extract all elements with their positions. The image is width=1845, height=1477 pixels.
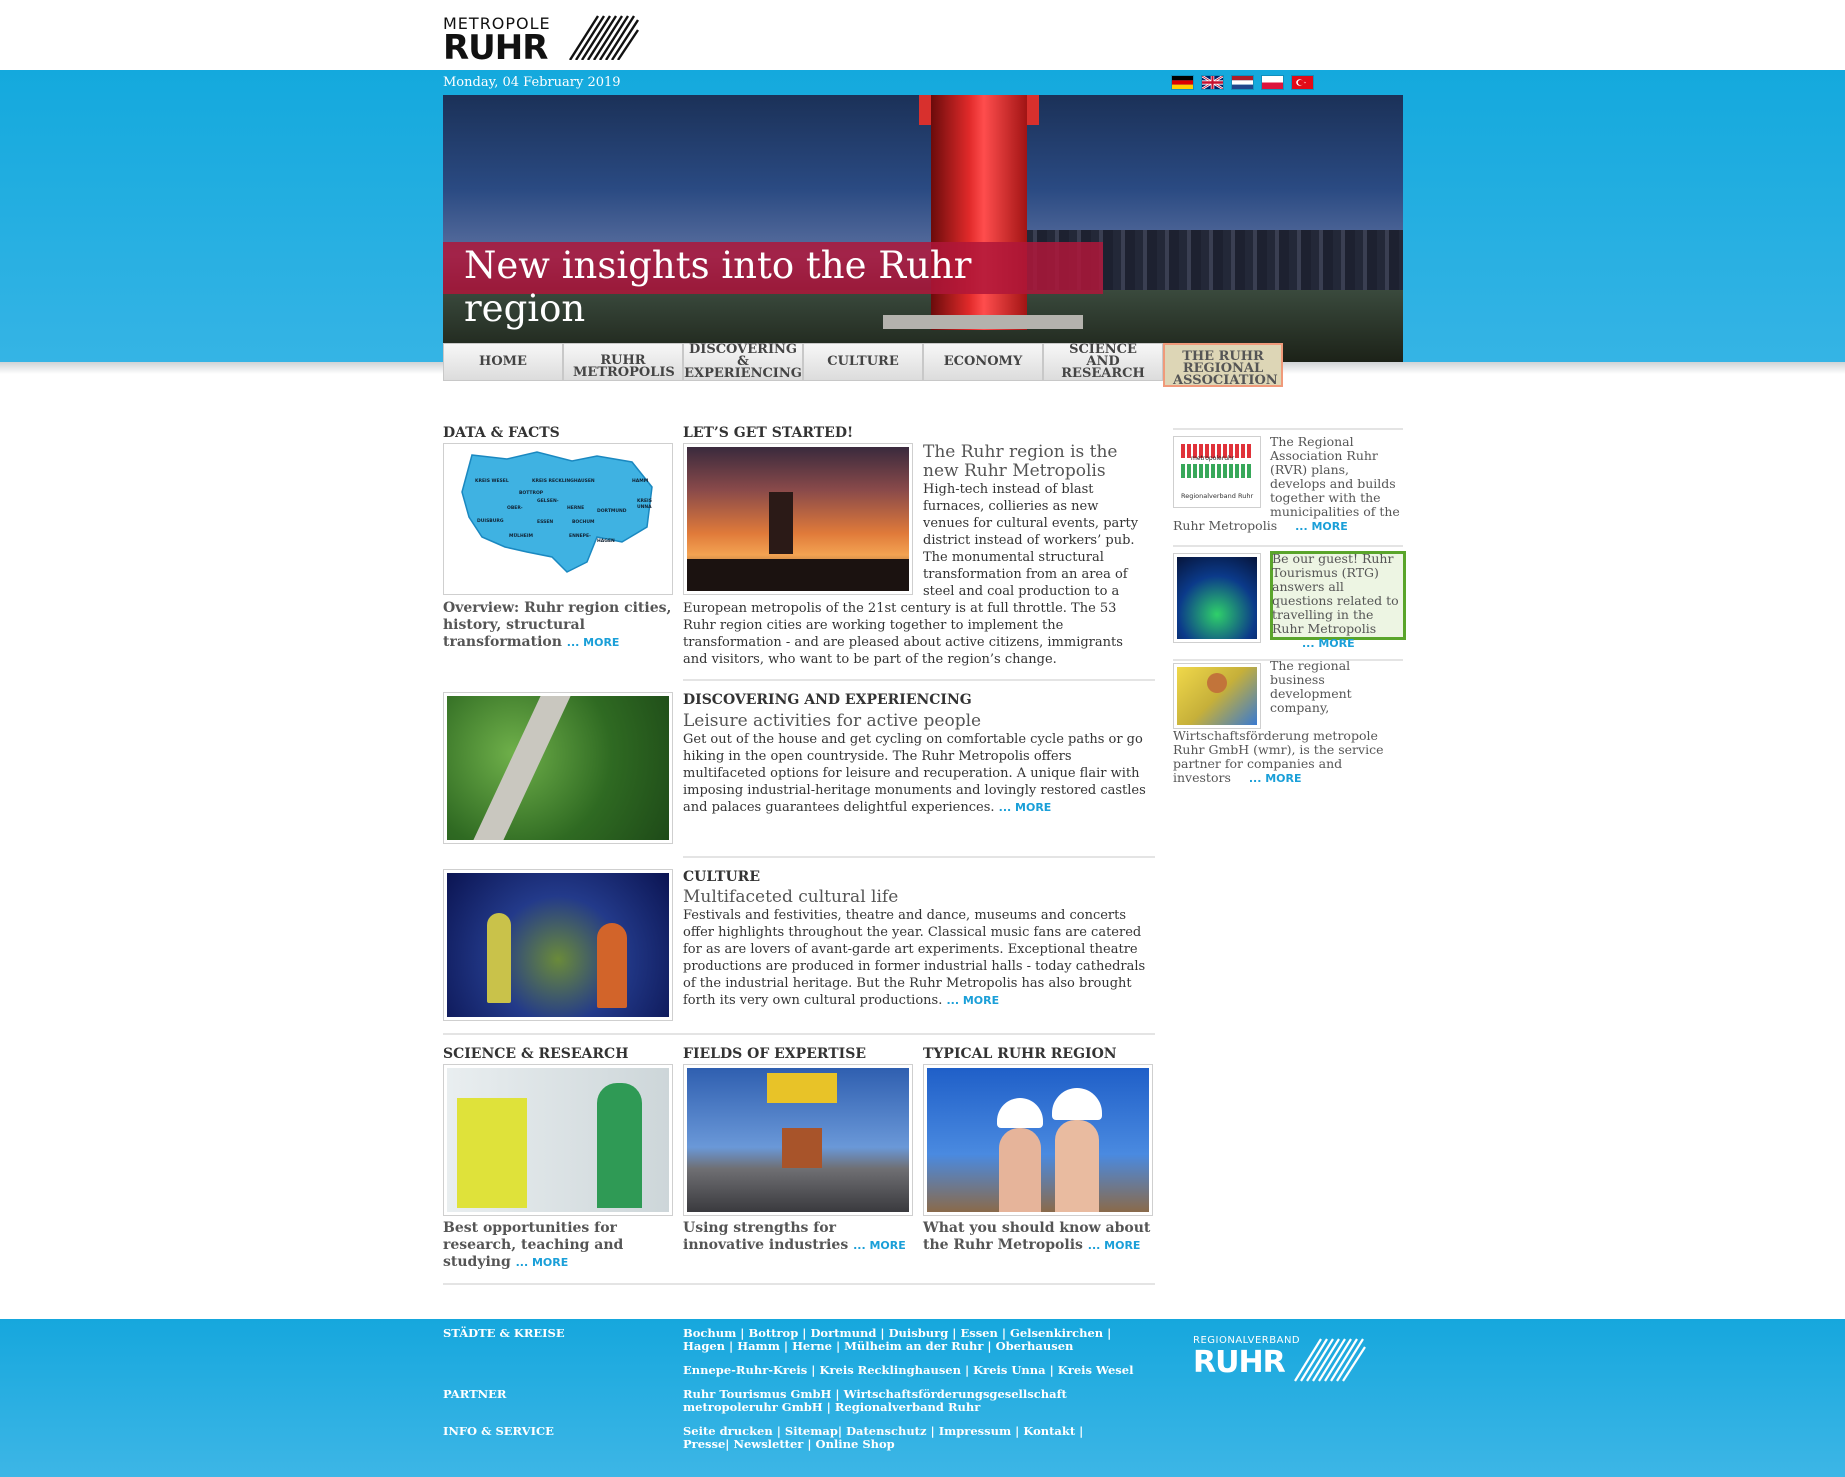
science-heading: SCIENCE & RESEARCH bbox=[443, 1046, 629, 1062]
divider bbox=[443, 1283, 1155, 1285]
main-navigation: HOME RUHR METROPOLIS DISCOVERING & EXPER… bbox=[443, 343, 1283, 387]
svg-text:MÜLHEIM: MÜLHEIM bbox=[509, 532, 534, 539]
ruhr-region-map: KREIS WESEL KREIS RECKLINGHAUSEN HAMM BOTT… bbox=[447, 447, 669, 591]
current-date: Monday, 04 February 2019 bbox=[443, 75, 621, 90]
divider bbox=[443, 1033, 1155, 1035]
rtg-thumbnail[interactable] bbox=[1173, 553, 1261, 643]
science-more-link[interactable]: ... MORE bbox=[516, 1256, 569, 1269]
svg-text:OBER-: OBER- bbox=[507, 505, 523, 511]
nav-economy[interactable]: ECONOMY bbox=[923, 343, 1043, 381]
culture-text: Festivals and festivities, theatre and d… bbox=[683, 908, 1146, 1008]
stripe-logo-icon bbox=[568, 15, 640, 60]
typical-text: What you should know about the Ruhr Metr… bbox=[923, 1220, 1151, 1253]
footer-partner-links[interactable]: Ruhr Tourismus GmbH | Wirtschaftsförderu… bbox=[683, 1388, 1163, 1414]
culture-more-link[interactable]: ... MORE bbox=[946, 994, 999, 1007]
discovering-heading: DISCOVERING AND EXPERIENCING bbox=[683, 692, 972, 708]
footer-partner-label: PARTNER bbox=[443, 1387, 507, 1401]
footer-staedte-links[interactable]: Bochum | Bottrop | Dortmund | Duisburg |… bbox=[683, 1327, 1153, 1353]
sidebar-divider bbox=[1173, 428, 1403, 430]
nav-regional-association[interactable]: THE RUHR REGIONAL ASSOCIATION bbox=[1163, 343, 1283, 387]
hero-tower-base bbox=[883, 315, 1083, 329]
flag-dutch-icon[interactable] bbox=[1231, 75, 1254, 90]
hero-headline: New insights into the Ruhr region bbox=[443, 242, 1103, 330]
svg-text:KREIS RECKLINGHAUSEN: KREIS RECKLINGHAUSEN bbox=[532, 478, 595, 484]
ruhr-map-thumbnail[interactable]: KREIS WESEL KREIS RECKLINGHAUSEN HAMM BOTT… bbox=[443, 443, 673, 595]
wmr-more-link[interactable]: ... MORE bbox=[1249, 772, 1302, 785]
typical-thumbnail[interactable] bbox=[923, 1064, 1153, 1216]
garden-aerial-photo bbox=[447, 696, 669, 840]
svg-text:DORTMUND: DORTMUND bbox=[597, 508, 627, 514]
nav-science-research[interactable]: SCIENCE AND RESEARCH bbox=[1043, 343, 1163, 381]
culture-subtitle: Multifaceted cultural life bbox=[683, 887, 899, 907]
svg-text:ESSEN: ESSEN bbox=[537, 519, 553, 525]
stripe-logo-icon bbox=[1294, 1338, 1366, 1382]
svg-text:HAGEN: HAGEN bbox=[597, 538, 615, 544]
footer-staedte-label: STÄDTE & KREISE bbox=[443, 1326, 565, 1340]
svg-text:BOTTROP: BOTTROP bbox=[519, 490, 544, 496]
hero-banner: New insights into the Ruhr region bbox=[443, 95, 1403, 362]
culture-heading: CULTURE bbox=[683, 869, 760, 885]
container-crane-photo bbox=[687, 1068, 909, 1212]
divider bbox=[683, 856, 1155, 858]
footer-info-label: INFO & SERVICE bbox=[443, 1424, 554, 1438]
culture-stage-photo bbox=[447, 873, 669, 1017]
language-flags bbox=[1171, 75, 1314, 90]
nav-culture[interactable]: CULTURE bbox=[803, 343, 923, 381]
expertise-more-link[interactable]: ... MORE bbox=[853, 1239, 906, 1252]
footer-info-links[interactable]: Seite drucken | Sitemap| Datenschutz | I… bbox=[683, 1425, 1103, 1451]
rvr-text: The Regional Association Ruhr (RVR) plan… bbox=[1173, 434, 1400, 534]
svg-text:HAMM: HAMM bbox=[632, 478, 649, 484]
flag-uk-icon[interactable] bbox=[1201, 75, 1224, 90]
expertise-thumbnail[interactable] bbox=[683, 1064, 913, 1216]
get-started-text: High-tech instead of blast furnaces, col… bbox=[683, 482, 1139, 667]
expertise-heading: FIELDS OF EXPERTISE bbox=[683, 1046, 867, 1062]
discovering-text: Get out of the house and get cycling on … bbox=[683, 732, 1146, 815]
typical-more-link[interactable]: ... MORE bbox=[1088, 1239, 1141, 1252]
data-facts-heading: DATA & FACTS bbox=[443, 425, 560, 441]
svg-text:GELSEN-: GELSEN- bbox=[537, 498, 559, 504]
lab-photo bbox=[447, 1068, 669, 1212]
svg-text:KREIS: KREIS bbox=[637, 498, 652, 504]
rvr-more-link[interactable]: ... MORE bbox=[1295, 520, 1348, 533]
flag-german-icon[interactable] bbox=[1171, 75, 1194, 90]
rtg-more-link[interactable]: ... MORE bbox=[1302, 637, 1355, 650]
footer-kreise-links[interactable]: Ennepe-Ruhr-Kreis | Kreis Recklinghausen… bbox=[683, 1364, 1153, 1377]
get-started-subtitle: The Ruhr region is the new Ruhr Metropol… bbox=[923, 442, 1118, 481]
metropole-ruhr-logo[interactable]: METROPOLE RUHR bbox=[443, 14, 643, 68]
wmr-text: The regional business development compan… bbox=[1173, 658, 1384, 786]
divider bbox=[683, 679, 1155, 681]
hero-red-tower bbox=[931, 95, 1027, 330]
girls-helmets-photo bbox=[927, 1068, 1149, 1212]
discovering-subtitle: Leisure activities for active people bbox=[683, 711, 982, 731]
regionalverband-ruhr-logo[interactable]: REGIONALVERBAND RUHR bbox=[1193, 1335, 1378, 1385]
culture-thumbnail[interactable] bbox=[443, 869, 673, 1021]
get-started-heading: LET’S GET STARTED! bbox=[683, 425, 854, 441]
svg-text:KREIS WESEL: KREIS WESEL bbox=[475, 478, 509, 484]
industrial-night-photo bbox=[1177, 557, 1257, 639]
data-facts-text: Overview: Ruhr region cities, history, s… bbox=[443, 600, 672, 650]
discovering-thumbnail[interactable] bbox=[443, 692, 673, 844]
svg-text:ENNEPE-: ENNEPE- bbox=[569, 533, 591, 539]
sidebar-divider bbox=[1173, 545, 1403, 547]
rtg-text: Be our guest! Ruhr Tourismus (RTG) answe… bbox=[1272, 551, 1399, 651]
svg-text:DUISBURG: DUISBURG bbox=[477, 518, 504, 524]
expertise-text: Using strengths for innovative industrie… bbox=[683, 1220, 906, 1253]
typical-heading: TYPICAL RUHR REGION bbox=[923, 1046, 1117, 1062]
nav-home[interactable]: HOME bbox=[443, 343, 563, 381]
science-text: Best opportunities for research, teachin… bbox=[443, 1220, 624, 1270]
nav-ruhr-metropolis[interactable]: RUHR METROPOLIS bbox=[563, 343, 683, 381]
svg-text:UNNA: UNNA bbox=[637, 504, 652, 510]
svg-text:BOCHUM: BOCHUM bbox=[572, 519, 595, 525]
data-facts-more-link[interactable]: ... MORE bbox=[567, 636, 620, 649]
nav-discovering[interactable]: DISCOVERING & EXPERIENCING bbox=[683, 343, 803, 381]
discovering-more-link[interactable]: ... MORE bbox=[999, 801, 1052, 814]
flag-turkish-icon[interactable] bbox=[1291, 75, 1314, 90]
science-thumbnail[interactable] bbox=[443, 1064, 673, 1216]
svg-text:HERNE: HERNE bbox=[567, 505, 584, 511]
flag-polish-icon[interactable] bbox=[1261, 75, 1284, 90]
